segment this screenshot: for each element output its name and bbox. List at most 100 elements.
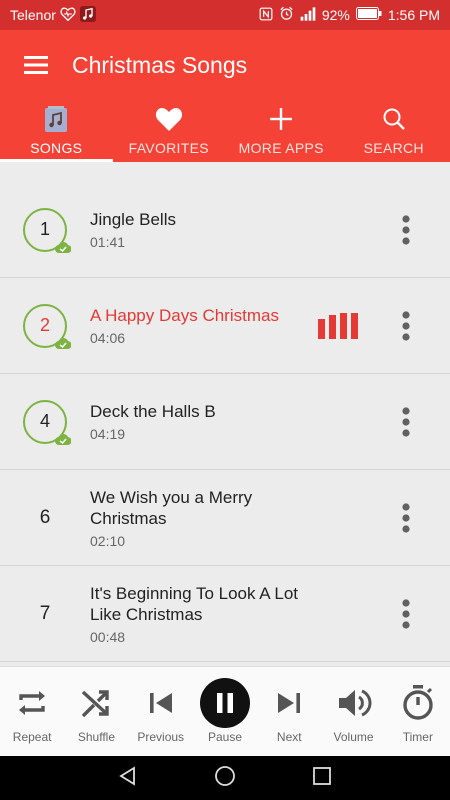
tab-search[interactable]: SEARCH [338,100,450,162]
song-number-wrap: 6 [0,507,90,529]
nfc-icon [259,7,273,24]
repeat-button[interactable]: Repeat [0,667,64,756]
shuffle-button[interactable]: Shuffle [64,667,128,756]
hamburger-icon [24,56,48,74]
plus-icon [270,104,293,134]
repeat-label: Repeat [12,730,52,744]
volume-button[interactable]: Volume [321,667,385,756]
song-number: 1 [39,219,50,239]
song-number: 7 [39,602,51,624]
song-number-badge: 1 [23,207,71,253]
tab-songs[interactable]: SONGS [0,100,113,162]
previous-button[interactable]: Previous [129,667,193,756]
song-info: We Wish you a Merry Christmas 02:10 [90,487,384,549]
home-circle-icon [215,765,235,786]
app-bar: Christmas Songs SONGS FAVORITES MORE APP… [0,30,450,162]
song-title: Jingle Bells [90,210,176,229]
song-number: 2 [39,315,50,335]
battery-icon [355,7,382,23]
heart-icon [155,104,183,134]
song-title: Deck the Halls B [90,402,216,421]
timer-button[interactable]: Timer [386,667,450,756]
battery-percent: 92% [321,7,350,23]
menu-button[interactable] [0,30,72,100]
now-playing-equalizer-icon [318,312,358,339]
song-row[interactable]: 4 Deck the Halls B 04:19 [0,374,450,470]
song-info: It's Beginning To Look A Lot Like Christ… [90,583,384,645]
more-vert-icon [402,598,410,629]
tab-favorites[interactable]: FAVORITES [113,100,226,162]
tab-songs-label: SONGS [30,140,83,156]
song-duration: 02:10 [90,532,126,549]
back-button[interactable] [118,765,138,791]
song-number-wrap: 1 [0,207,90,253]
song-title: We Wish you a Merry Christmas [90,487,253,528]
music-note-icon [45,104,68,134]
pause-button[interactable]: Pause [193,667,257,756]
downloaded-check-icon [55,433,71,445]
song-title: A Happy Days Christmas [90,306,279,325]
more-vert-icon [402,214,410,245]
timer-label: Timer [402,730,433,744]
song-duration: 04:19 [90,426,126,442]
more-options-button[interactable] [384,200,428,260]
more-options-button[interactable] [384,584,428,644]
song-number: 6 [39,506,51,528]
volume-label: Volume [333,730,374,744]
shuffle-icon [79,679,113,727]
shuffle-label: Shuffle [77,730,115,744]
status-bar: Telenor 92% 1:56 PM [0,0,450,30]
song-row-playing[interactable]: 2 A Happy Days Christmas 04:06 [0,278,450,374]
tab-search-label: SEARCH [363,140,424,156]
song-number-badge: 4 [23,399,71,445]
skip-previous-icon [146,679,176,727]
more-vert-icon [402,310,410,341]
next-label: Next [276,730,302,744]
song-duration: 04:06 [90,330,126,346]
song-number-wrap: 2 [0,303,90,349]
stopwatch-icon [401,679,435,727]
song-info: Jingle Bells 01:41 [90,209,384,250]
music-notification-icon [79,5,96,25]
tab-more-apps-label: MORE APPS [238,140,324,156]
more-options-button[interactable] [384,296,428,356]
more-options-button[interactable] [384,488,428,548]
more-options-button[interactable] [384,392,428,452]
app-title: Christmas Songs [72,51,248,78]
song-row[interactable]: 7 It's Beginning To Look A Lot Like Chri… [0,566,450,662]
more-vert-icon [402,406,410,437]
song-title: It's Beginning To Look A Lot Like Christ… [90,583,299,624]
song-info: A Happy Days Christmas 04:06 [90,305,318,346]
song-row[interactable]: 6 We Wish you a Merry Christmas 02:10 [0,470,450,566]
back-triangle-icon [119,765,135,786]
song-list: 1 Jingle Bells 01:41 2 A Happy Days Chri… [0,182,450,666]
alarm-icon [279,6,294,24]
signal-icon [300,6,316,24]
downloaded-check-icon [55,241,71,253]
repeat-icon [15,679,49,727]
song-info: Deck the Halls B 04:19 [90,401,384,442]
carrier-name: Telenor [10,7,56,23]
home-button[interactable] [214,765,236,792]
song-number-wrap: 7 [0,603,90,625]
heart-status-icon [60,7,76,24]
pause-icon [199,678,250,728]
next-button[interactable]: Next [257,667,321,756]
song-number-wrap: 4 [0,399,90,445]
volume-icon [336,679,372,727]
tab-bar: SONGS FAVORITES MORE APPS SEARCH [0,100,450,162]
pause-label: Pause [207,730,242,744]
song-duration: 01:41 [90,234,126,250]
song-duration: 00:48 [90,628,126,645]
more-vert-icon [402,502,410,533]
clock: 1:56 PM [387,7,440,23]
downloaded-check-icon [55,337,71,349]
search-icon [382,104,406,134]
tab-favorites-label: FAVORITES [128,140,209,156]
recents-square-icon [313,766,331,785]
tab-more-apps[interactable]: MORE APPS [225,100,338,162]
previous-label: Previous [137,730,185,744]
song-row[interactable]: 1 Jingle Bells 01:41 [0,182,450,278]
recents-button[interactable] [312,766,332,791]
song-number: 4 [39,411,50,431]
